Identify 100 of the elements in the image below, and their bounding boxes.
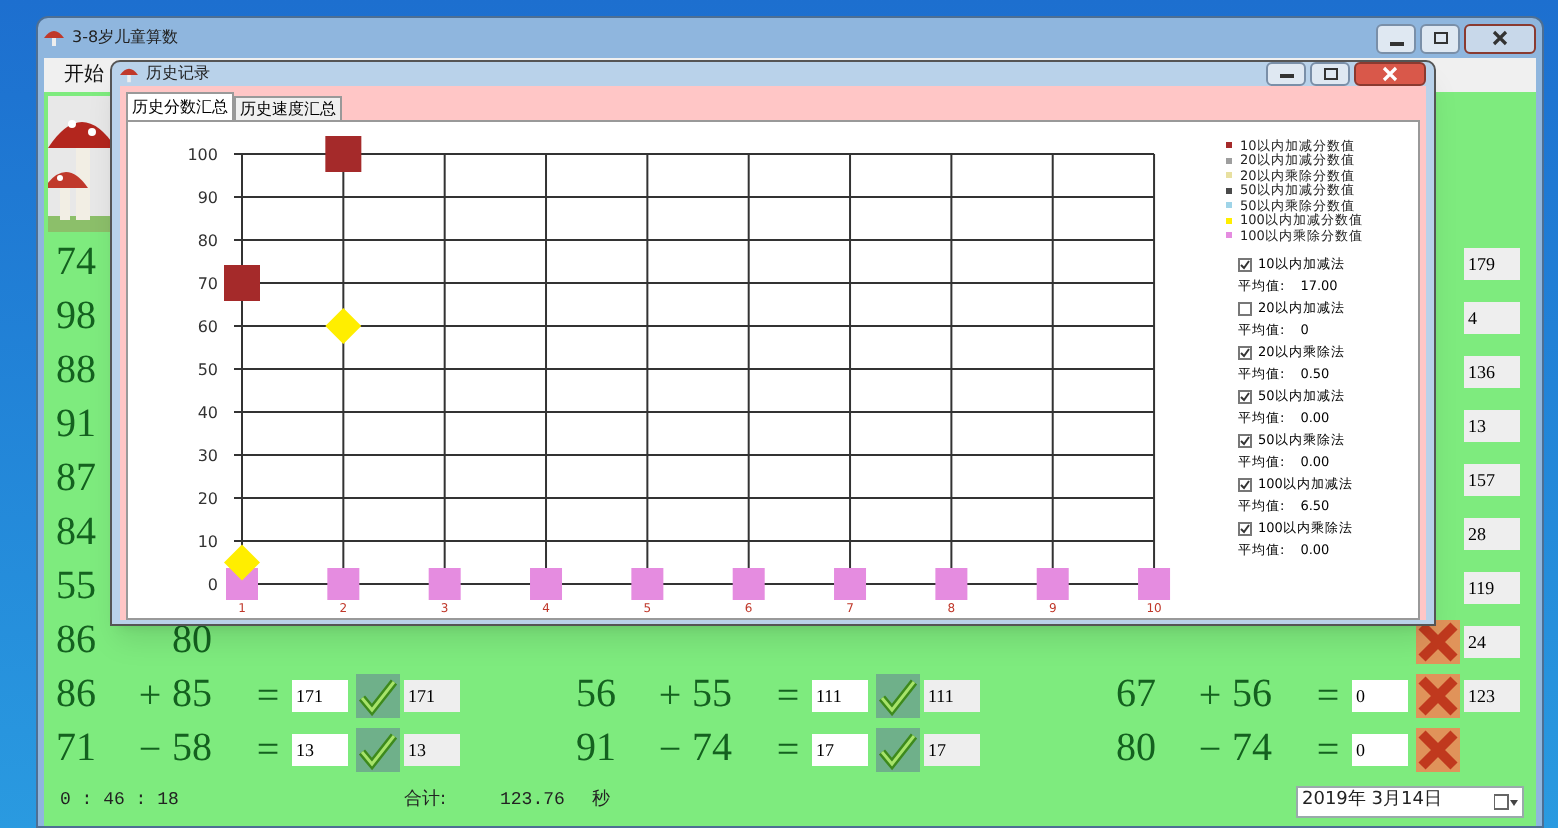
equals-sign: =: [256, 729, 280, 769]
equals-sign: =: [1316, 729, 1340, 769]
correct-answer-field: 179: [1464, 247, 1520, 279]
maximize-icon[interactable]: [1420, 23, 1460, 53]
correct-answer-field: 157: [1464, 463, 1520, 495]
total-time: 123.76: [500, 787, 567, 814]
y-tick-label: 30: [197, 447, 218, 465]
square-marker: [428, 568, 461, 600]
checkbox[interactable]: [1238, 389, 1252, 403]
answer-field[interactable]: 0: [1352, 733, 1408, 765]
y-tick-label: 10: [197, 533, 218, 551]
correct-answer-field: 111: [924, 679, 980, 711]
operand: 74: [56, 239, 96, 283]
operand: 86: [56, 617, 96, 661]
operand: 84: [56, 509, 96, 553]
operator: −: [1198, 729, 1222, 769]
checkbox[interactable]: [1238, 257, 1252, 271]
window-title: 3-8岁儿童算数: [72, 26, 179, 50]
operand: 98: [56, 293, 96, 337]
y-tick-label: 100: [187, 146, 218, 164]
y-tick-label: 20: [197, 490, 218, 508]
operand: 86: [56, 671, 96, 715]
y-tick-label: 60: [197, 318, 218, 336]
square-marker: [530, 568, 562, 600]
operand: 55: [56, 563, 96, 607]
close-icon[interactable]: [1354, 62, 1426, 86]
square-marker: [1036, 568, 1069, 600]
correct-answer-field: 119: [1464, 571, 1520, 603]
tab[interactable]: 历史分数汇总: [126, 92, 234, 120]
timer: 0 : 46 : 18: [60, 787, 181, 814]
checkbox[interactable]: [1238, 345, 1252, 359]
answer-field[interactable]: 13: [292, 733, 348, 765]
operator: +: [658, 675, 682, 715]
checkbox[interactable]: [1238, 521, 1252, 535]
y-tick-label: 0: [207, 576, 218, 594]
close-icon[interactable]: [1464, 23, 1536, 53]
total-label: 合计:: [404, 787, 449, 814]
correct-answer-field: 13: [1464, 409, 1520, 441]
operand: 74: [692, 725, 732, 769]
operand: 74: [1232, 725, 1272, 769]
y-tick-label: 40: [197, 404, 218, 422]
correct-answer-field: 171: [404, 679, 460, 711]
tab[interactable]: 历史速度汇总: [234, 96, 342, 120]
dialog-title: 历史记录: [146, 62, 210, 86]
checkbox[interactable]: [1238, 301, 1252, 315]
answer-field[interactable]: 111: [812, 679, 868, 711]
square-marker: [1138, 568, 1171, 600]
diamond-marker: [325, 308, 362, 344]
operand: 91: [56, 401, 96, 445]
correct-answer-field: 28: [1464, 517, 1520, 549]
equals-sign: =: [256, 675, 280, 715]
minimize-icon[interactable]: [1266, 62, 1306, 86]
y-tick-label: 70: [197, 275, 218, 293]
maximize-icon[interactable]: [1310, 62, 1350, 86]
operator: −: [138, 729, 162, 769]
y-tick-label: 90: [197, 189, 218, 207]
operator: −: [658, 729, 682, 769]
square-marker: [325, 136, 362, 172]
operand: 71: [56, 725, 96, 769]
operand: 55: [692, 671, 732, 715]
answer-field[interactable]: 0: [1352, 679, 1408, 711]
menu-item[interactable]: 开始: [60, 60, 108, 90]
checkbox[interactable]: [1238, 433, 1252, 447]
square-marker: [327, 568, 360, 600]
operand: 80: [172, 617, 212, 661]
square-marker: [834, 568, 867, 600]
answer-field[interactable]: 171: [292, 679, 348, 711]
square-marker: [631, 568, 664, 600]
diamond-marker: [224, 544, 260, 581]
correct-answer-field: 17: [924, 733, 980, 765]
answer-field[interactable]: 17: [812, 733, 868, 765]
correct-answer-field: 13: [404, 733, 460, 765]
square-marker: [732, 568, 765, 600]
operand: 67: [1116, 671, 1156, 715]
operand: 56: [576, 671, 616, 715]
mushroom-icon: [120, 65, 138, 83]
checkbox[interactable]: [1238, 477, 1252, 491]
operand: 88: [56, 347, 96, 391]
calendar-icon: [1494, 793, 1518, 809]
correct-answer-field: 4: [1464, 301, 1520, 333]
mushroom-icon: [44, 28, 64, 48]
equals-sign: =: [776, 729, 800, 769]
unit-label: 秒: [592, 787, 610, 814]
correct-answer-field: 136: [1464, 355, 1520, 387]
operand: 85: [172, 671, 212, 715]
equals-sign: =: [1316, 675, 1340, 715]
y-tick-label: 80: [197, 232, 218, 250]
date-picker[interactable]: 2019年 3月14日: [1296, 785, 1524, 817]
square-marker: [935, 568, 968, 600]
operand: 58: [172, 725, 212, 769]
operator: +: [138, 675, 162, 715]
operand: 91: [576, 725, 616, 769]
operand: 87: [56, 455, 96, 499]
y-tick-label: 50: [197, 361, 218, 379]
operand: 56: [1232, 671, 1272, 715]
square-marker: [224, 265, 260, 301]
correct-answer-field: 123: [1464, 679, 1520, 711]
minimize-icon[interactable]: [1376, 23, 1416, 53]
equals-sign: =: [776, 675, 800, 715]
operand: 80: [1116, 725, 1156, 769]
